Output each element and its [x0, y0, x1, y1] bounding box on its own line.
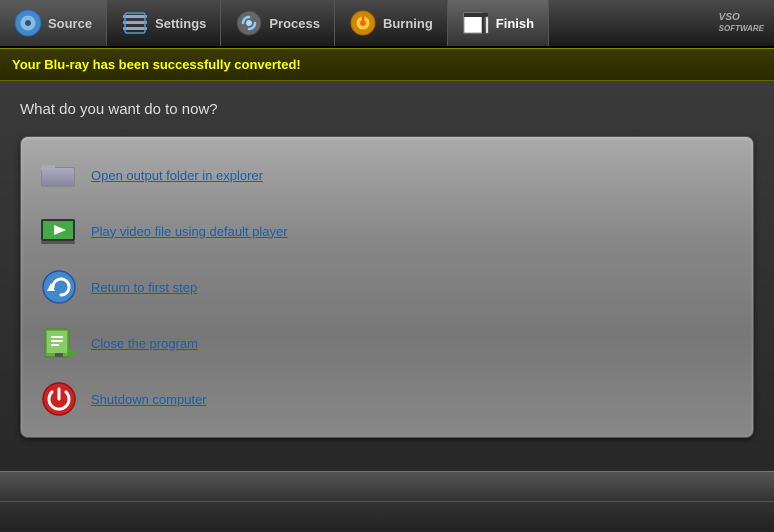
return-first-option[interactable]: Return to first step	[21, 259, 753, 315]
process-icon	[235, 9, 263, 37]
question-text: What do you want do to now?	[20, 101, 754, 118]
burning-icon	[349, 9, 377, 37]
nav-item-source[interactable]: Source	[0, 0, 107, 46]
play-video-option[interactable]: Play video file using default player	[21, 203, 753, 259]
open-folder-label: Open output folder in explorer	[91, 168, 263, 183]
nav-item-settings[interactable]: Settings	[107, 0, 221, 46]
finish-icon	[462, 9, 490, 37]
folder-icon	[41, 157, 77, 193]
nav-label-settings: Settings	[155, 16, 206, 31]
bottom-bar-1	[0, 471, 774, 501]
options-panel: Open output folder in explorer Play vide…	[20, 136, 754, 438]
return-icon	[41, 269, 77, 305]
open-folder-option[interactable]: Open output folder in explorer	[21, 147, 753, 203]
settings-icon	[121, 9, 149, 37]
close-icon	[41, 325, 77, 361]
bottom-bar-2	[0, 501, 774, 531]
close-program-option[interactable]: Close the program	[21, 315, 753, 371]
close-program-label: Close the program	[91, 336, 198, 351]
vso-logo: VSOSOFTWARE	[709, 0, 774, 46]
nav-bar: Source Settings Process Burning	[0, 0, 774, 48]
nav-label-burning: Burning	[383, 16, 433, 31]
nav-item-process[interactable]: Process	[221, 0, 335, 46]
play-video-icon	[41, 213, 77, 249]
main-area: What do you want do to now?	[0, 81, 774, 471]
source-icon	[14, 9, 42, 37]
nav-label-process: Process	[269, 16, 320, 31]
nav-label-finish: Finish	[496, 16, 534, 31]
power-icon	[41, 381, 77, 417]
shutdown-label: Shutdown computer	[91, 392, 207, 407]
nav-item-burning[interactable]: Burning	[335, 0, 448, 46]
return-label: Return to first step	[91, 280, 197, 295]
success-banner: Your Blu-ray has been successfully conve…	[0, 48, 774, 81]
success-text: Your Blu-ray has been successfully conve…	[12, 57, 301, 72]
shutdown-option[interactable]: Shutdown computer	[21, 371, 753, 427]
nav-label-source: Source	[48, 16, 92, 31]
nav-item-finish[interactable]: Finish	[448, 0, 549, 46]
play-video-label: Play video file using default player	[91, 224, 288, 239]
